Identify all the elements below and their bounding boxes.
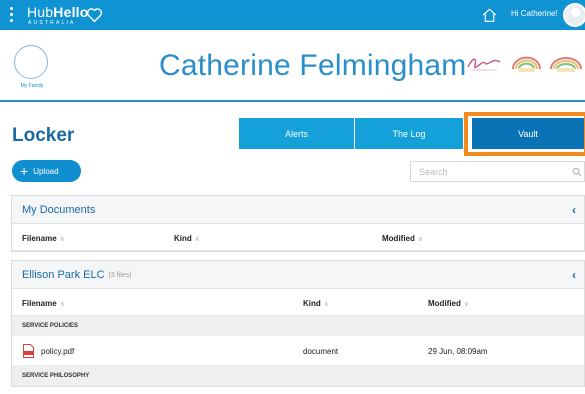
section-header: SERVICE POLICIES (12, 316, 584, 336)
user-avatar[interactable] (563, 3, 585, 27)
pdf-file-icon (23, 344, 34, 358)
column-modified[interactable]: Modified ∨ (382, 234, 423, 243)
plus-icon: + (20, 163, 29, 179)
column-filename[interactable]: Filename ∧ (22, 234, 65, 243)
column-header-row: Filename ∧ Kind ∧ Modified ∨ (12, 289, 584, 316)
column-label: Modified (382, 234, 415, 243)
centre-documents-panel: Ellison Park ELC (3 files) ‹ Filename ∧ K… (11, 260, 585, 387)
column-label: Kind (303, 299, 321, 308)
menu-icon[interactable] (9, 7, 15, 23)
column-label: Modified (428, 299, 461, 308)
column-label: Filename (22, 234, 57, 243)
search-box (410, 161, 585, 182)
tab-the-log[interactable]: The Log (355, 118, 463, 149)
sort-up-icon: ∧ (59, 236, 65, 243)
search-input[interactable] (411, 162, 551, 182)
file-modified: 29 Jun, 08:09am (428, 347, 488, 356)
hubhello-logo[interactable]: HubHello AUSTRALIA (27, 5, 89, 27)
chevron-left-icon[interactable]: ‹ (572, 268, 576, 282)
column-modified[interactable]: Modified ∨ (428, 299, 469, 308)
header-divider (0, 100, 585, 102)
column-kind[interactable]: Kind ∧ (174, 234, 200, 243)
panel-header[interactable]: My Documents ‹ (12, 196, 584, 224)
vault-highlight-frame (464, 112, 585, 156)
rainbow-badge-icon (512, 56, 541, 72)
sort-down-icon: ∨ (463, 301, 470, 308)
file-count: (3 files) (108, 272, 132, 279)
family-avatar[interactable] (14, 45, 48, 79)
panel-title: My Documents (22, 203, 96, 216)
panel-header[interactable]: Ellison Park ELC (3 files) ‹ (12, 261, 584, 289)
user-greeting[interactable]: Hi Catherine! (511, 9, 558, 18)
column-kind[interactable]: Kind ∧ (303, 299, 329, 308)
heart-icon[interactable] (86, 7, 103, 23)
top-navigation-bar: HubHello AUSTRALIA Hi Catherine! (0, 0, 585, 30)
upload-label: Upload (33, 166, 59, 176)
upload-button[interactable]: + Upload (12, 160, 81, 182)
sort-down-icon: ∨ (417, 236, 424, 243)
section-header: SERVICE PHILOSOPHY (12, 366, 584, 386)
search-icon[interactable] (572, 167, 582, 177)
logo-subtext: AUSTRALIA (28, 20, 76, 26)
rainbow-badge-icon (550, 57, 582, 72)
my-documents-panel: My Documents ‹ Filename ∧ Kind ∧ Modified ∨ (11, 195, 585, 252)
sort-up-icon: ∧ (194, 236, 200, 243)
child-name-heading: Catherine Felmingham (159, 49, 467, 82)
table-row[interactable]: policy.pdf document 29 Jun, 08:09am (12, 336, 584, 366)
page-title: Locker (12, 125, 75, 146)
chevron-left-icon[interactable]: ‹ (572, 203, 576, 217)
column-filename[interactable]: Filename ∧ (22, 299, 65, 308)
home-icon[interactable] (481, 7, 498, 23)
file-kind: document (303, 347, 339, 356)
tab-alerts[interactable]: Alerts (239, 118, 354, 149)
file-name[interactable]: policy.pdf (41, 347, 74, 356)
signature-logo (467, 58, 501, 71)
panel-title: Ellison Park ELC (22, 268, 105, 281)
logo-text-hello: Hello (53, 4, 89, 20)
column-label: Filename (22, 299, 57, 308)
sort-up-icon: ∧ (59, 301, 65, 308)
column-label: Kind (174, 234, 192, 243)
family-label[interactable]: My Family (14, 83, 50, 89)
column-header-row: Filename ∧ Kind ∧ Modified ∨ (12, 224, 584, 251)
sort-up-icon: ∧ (323, 301, 329, 308)
logo-text-hub: Hub (27, 4, 54, 20)
